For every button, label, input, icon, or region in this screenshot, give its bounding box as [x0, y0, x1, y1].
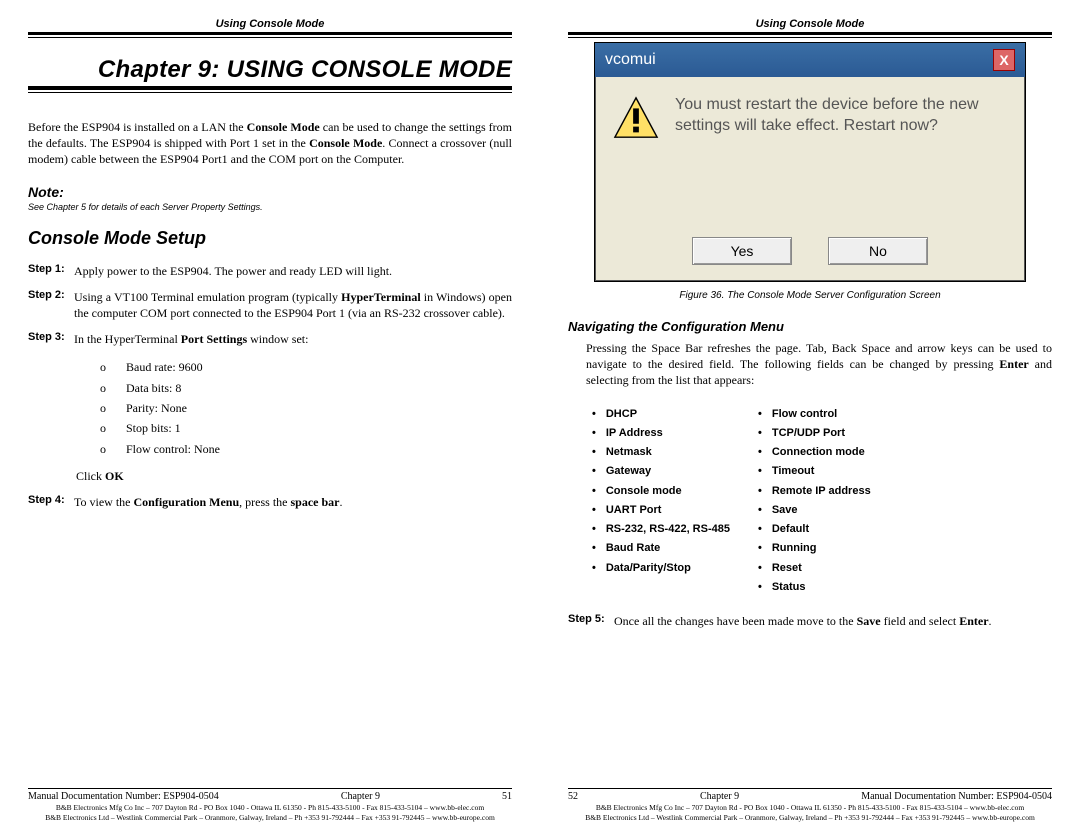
list-item: DHCP — [592, 405, 730, 424]
list-item: RS-232, RS-422, RS-485 — [592, 520, 730, 539]
list-item: Remote IP address — [758, 482, 871, 501]
step-1: Step 1: Apply power to the ESP904. The p… — [28, 263, 512, 279]
footer-doc-number: Manual Documentation Number: ESP904-0504 — [861, 791, 1052, 802]
list-item: Gateway — [592, 462, 730, 481]
list-item: Reset — [758, 559, 871, 578]
footer-company-us: B&B Electronics Mfg Co Inc – 707 Dayton … — [568, 803, 1052, 812]
list-item: oData bits: 8 — [100, 378, 512, 398]
click-ok: Click OK — [76, 469, 512, 484]
port-settings-list: oBaud rate: 9600oData bits: 8oParity: No… — [100, 357, 512, 459]
two-page-spread: Using Console Mode Chapter 9: USING CONS… — [0, 0, 1080, 834]
page-52: Using Console Mode vcomui X You must res… — [540, 0, 1080, 834]
footer-company-eu: B&B Electronics Ltd – Westlink Commercia… — [28, 813, 512, 822]
step-3: Step 3: In the HyperTerminal Port Settin… — [28, 331, 512, 347]
list-item: Timeout — [758, 462, 871, 481]
figure-36: vcomui X You must restart the device bef… — [594, 42, 1026, 282]
dialog-title-text: vcomui — [605, 51, 656, 69]
config-fields: DHCPIP AddressNetmaskGatewayConsole mode… — [592, 405, 1052, 598]
step-text: To view the Configuration Menu, press th… — [74, 494, 512, 510]
step-4: Step 4: To view the Configuration Menu, … — [28, 494, 512, 510]
section-heading: Console Mode Setup — [28, 228, 512, 249]
list-item: Default — [758, 520, 871, 539]
close-icon[interactable]: X — [993, 49, 1015, 71]
title-rule — [28, 86, 512, 93]
list-item: Save — [758, 501, 871, 520]
footer-page-number: 52 — [568, 791, 578, 802]
step-text: Once all the changes have been made move… — [614, 613, 1052, 629]
subsection-heading: Navigating the Configuration Menu — [568, 319, 1052, 334]
list-item: Data/Parity/Stop — [592, 559, 730, 578]
dialog-buttons: Yes No — [595, 233, 1025, 281]
note-heading: Note: — [28, 184, 512, 200]
header-rule — [28, 32, 512, 38]
list-item: Baud Rate — [592, 539, 730, 558]
step-label: Step 1: — [28, 263, 74, 279]
step-text: Using a VT100 Terminal emulation program… — [74, 289, 512, 321]
list-item: Console mode — [592, 482, 730, 501]
step-label: Step 3: — [28, 331, 74, 347]
nav-paragraph: Pressing the Space Bar refreshes the pag… — [586, 340, 1052, 389]
page-footer: Manual Documentation Number: ESP904-0504… — [28, 788, 512, 822]
yes-button[interactable]: Yes — [692, 237, 792, 265]
list-item: UART Port — [592, 501, 730, 520]
footer-chapter: Chapter 9 — [700, 791, 739, 802]
step-label: Step 5: — [568, 613, 614, 629]
list-item: IP Address — [592, 424, 730, 443]
header-rule — [568, 32, 1052, 38]
step-text: Apply power to the ESP904. The power and… — [74, 263, 512, 279]
no-button[interactable]: No — [828, 237, 928, 265]
note-text: See Chapter 5 for details of each Server… — [28, 202, 512, 212]
list-item: Connection mode — [758, 443, 871, 462]
config-fields-col1: DHCPIP AddressNetmaskGatewayConsole mode… — [592, 405, 730, 598]
page-header-label: Using Console Mode — [28, 18, 512, 30]
footer-doc-number: Manual Documentation Number: ESP904-0504 — [28, 791, 219, 802]
dialog-titlebar: vcomui X — [595, 43, 1025, 77]
list-item: Running — [758, 539, 871, 558]
step-2: Step 2: Using a VT100 Terminal emulation… — [28, 289, 512, 321]
dialog-message: You must restart the device before the n… — [675, 95, 1005, 223]
figure-caption: Figure 36. The Console Mode Server Confi… — [568, 290, 1052, 301]
dialog-vcomui: vcomui X You must restart the device bef… — [594, 42, 1026, 282]
warning-icon — [613, 95, 659, 141]
list-item: TCP/UDP Port — [758, 424, 871, 443]
step-label: Step 2: — [28, 289, 74, 321]
list-item: oBaud rate: 9600 — [100, 357, 512, 377]
footer-company-eu: B&B Electronics Ltd – Westlink Commercia… — [568, 813, 1052, 822]
footer-page-number: 51 — [502, 791, 512, 802]
chapter-title: Chapter 9: USING CONSOLE MODE — [28, 56, 512, 84]
list-item: oFlow control: None — [100, 439, 512, 459]
step-5: Step 5: Once all the changes have been m… — [568, 613, 1052, 629]
list-item: Flow control — [758, 405, 871, 424]
footer-chapter: Chapter 9 — [341, 791, 380, 802]
page-51: Using Console Mode Chapter 9: USING CONS… — [0, 0, 540, 834]
footer-company-us: B&B Electronics Mfg Co Inc – 707 Dayton … — [28, 803, 512, 812]
list-item: oStop bits: 1 — [100, 418, 512, 438]
intro-paragraph: Before the ESP904 is installed on a LAN … — [28, 119, 512, 168]
list-item: oParity: None — [100, 398, 512, 418]
dialog-body: You must restart the device before the n… — [595, 77, 1025, 233]
step-label: Step 4: — [28, 494, 74, 510]
list-item: Netmask — [592, 443, 730, 462]
list-item: Status — [758, 578, 871, 597]
config-fields-col2: Flow controlTCP/UDP PortConnection modeT… — [758, 405, 871, 598]
page-header-label: Using Console Mode — [568, 18, 1052, 30]
page-footer: 52 Chapter 9 Manual Documentation Number… — [568, 788, 1052, 822]
step-text: In the HyperTerminal Port Settings windo… — [74, 331, 512, 347]
